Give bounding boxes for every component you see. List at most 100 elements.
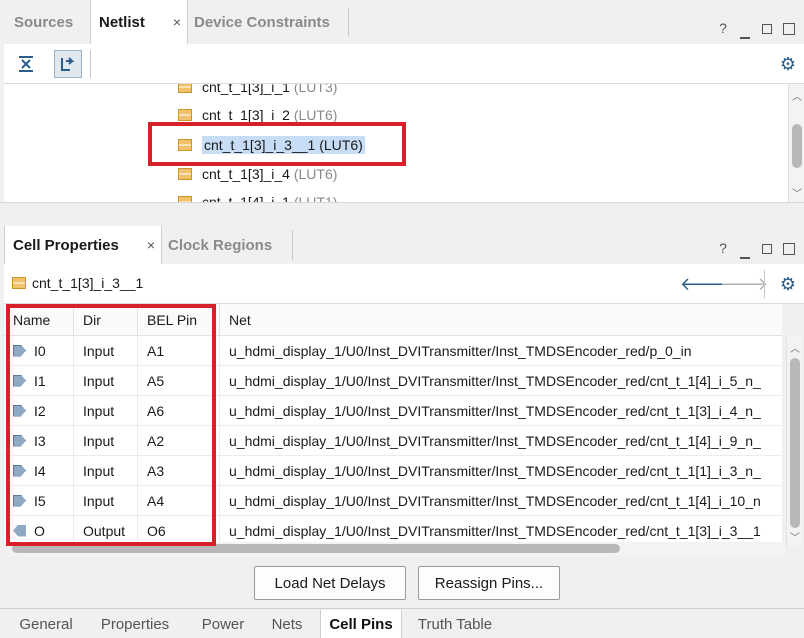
table-row[interactable]: I2	[4, 396, 74, 426]
input-pin-icon	[13, 464, 26, 477]
tab-general[interactable]: General	[10, 610, 82, 638]
maximize-icon[interactable]	[778, 240, 800, 259]
cell-net[interactable]: u_hdmi_display_1/U0/Inst_DVITransmitter/…	[220, 486, 782, 516]
netlist-toolbar: ⚙	[4, 44, 804, 84]
action-bar: Load Net Delays Reassign Pins...	[4, 556, 804, 610]
window-controls: ?	[712, 20, 800, 39]
table-row[interactable]: I5	[4, 486, 74, 516]
minimize-icon[interactable]	[734, 240, 756, 259]
column-header-name[interactable]: Name	[4, 304, 74, 336]
table-row[interactable]: I1	[4, 366, 74, 396]
cell-bel-pin: A5	[138, 366, 220, 396]
cell-bel-pin: A3	[138, 456, 220, 486]
netlist-scrollbar[interactable]: ︿ ﹀	[788, 84, 804, 202]
toolbar-divider	[764, 270, 765, 298]
cell-net[interactable]: u_hdmi_display_1/U0/Inst_DVITransmitter/…	[220, 456, 782, 486]
tab-cell-pins[interactable]: Cell Pins	[320, 610, 402, 638]
tab-clock-regions[interactable]: Clock Regions	[162, 226, 292, 264]
maximize-icon[interactable]	[778, 20, 800, 39]
gear-icon[interactable]: ⚙	[776, 272, 800, 296]
tree-item[interactable]: cnt_t_1[3]_i_4 (LUT6)	[178, 163, 337, 185]
cell-dir: Input	[74, 396, 138, 426]
tab-netlist-label: Netlist	[99, 13, 145, 31]
gear-icon[interactable]: ⚙	[776, 52, 800, 76]
scroll-down-icon[interactable]: ﹀	[791, 185, 803, 200]
cell-bel-pin: A2	[138, 426, 220, 456]
output-pin-icon	[13, 524, 26, 537]
cell-dir: Input	[74, 486, 138, 516]
restore-icon[interactable]	[756, 20, 778, 39]
collapse-all-icon[interactable]	[14, 52, 38, 76]
tab-divider	[292, 230, 293, 260]
column-header-bel-pin[interactable]: BEL Pin	[138, 304, 220, 336]
column-header-dir[interactable]: Dir	[74, 304, 138, 336]
close-icon[interactable]: ×	[173, 14, 181, 30]
bottom-tabs-divider	[0, 608, 804, 609]
auto-scroll-icon[interactable]	[54, 50, 82, 78]
table-row[interactable]: I0	[4, 336, 74, 366]
tab-netlist[interactable]: Netlist ×	[90, 0, 188, 44]
tab-truth-table[interactable]: Truth Table	[410, 610, 500, 638]
cell-dir: Input	[74, 336, 138, 366]
restore-icon[interactable]	[756, 240, 778, 259]
load-net-delays-button[interactable]: Load Net Delays	[254, 566, 406, 600]
table-horizontal-scrollbar[interactable]	[4, 542, 786, 556]
lut-icon	[12, 277, 26, 289]
cell-net[interactable]: u_hdmi_display_1/U0/Inst_DVITransmitter/…	[220, 366, 782, 396]
tab-device-constraints-label: Device Constraints	[194, 13, 330, 31]
cell-net[interactable]: u_hdmi_display_1/U0/Inst_DVITransmitter/…	[220, 396, 782, 426]
tab-divider	[348, 8, 349, 36]
tree-item[interactable]: cnt_t_1[3]_i_2 (LUT6)	[178, 104, 337, 126]
top-tab-bar: Sources Netlist × Device Constraints ?	[0, 0, 804, 44]
tab-properties[interactable]: Properties	[92, 610, 178, 638]
cell-bel-pin: A1	[138, 336, 220, 366]
cell-header: cnt_t_1[3]_i_3__1 🡐 🡒 ⚙	[4, 264, 804, 304]
cell-net[interactable]: u_hdmi_display_1/U0/Inst_DVITransmitter/…	[220, 426, 782, 456]
tree-item-selected[interactable]: cnt_t_1[3]_i_3__1 (LUT6)	[178, 134, 365, 156]
back-arrow-icon[interactable]: 🡐	[680, 272, 728, 296]
tree-item[interactable]: cnt_t_1[4]_i_1 (LUT1)	[178, 191, 337, 202]
column-header-net[interactable]: Net	[220, 304, 782, 336]
scroll-up-icon[interactable]: ︿	[791, 88, 803, 103]
reassign-pins-button[interactable]: Reassign Pins...	[418, 566, 560, 600]
close-icon[interactable]: ×	[147, 237, 155, 253]
window-controls: ?	[712, 240, 800, 259]
tab-sources-label: Sources	[14, 13, 74, 31]
tree-item[interactable]: cnt_t_1[3]_i_1 (LUT3)	[178, 84, 337, 98]
tab-clock-regions-label: Clock Regions	[168, 236, 273, 254]
lut-icon	[178, 84, 192, 93]
input-pin-icon	[13, 374, 26, 387]
help-icon[interactable]: ?	[712, 20, 734, 39]
cell-tab-bar: Cell Properties × Clock Regions ?	[0, 226, 804, 264]
input-pin-icon	[13, 434, 26, 447]
table-vertical-scrollbar[interactable]: ︿ ﹀	[786, 336, 802, 546]
scrollbar-thumb[interactable]	[792, 124, 802, 168]
input-pin-icon	[13, 344, 26, 357]
lut-icon	[178, 168, 192, 180]
scrollbar-thumb[interactable]	[790, 358, 800, 528]
table-row[interactable]: I4	[4, 456, 74, 486]
help-icon[interactable]: ?	[712, 240, 734, 259]
forward-arrow-icon[interactable]: 🡒	[720, 272, 768, 296]
horizontal-scrollbar-thumb[interactable]	[12, 544, 620, 553]
tab-device-constraints[interactable]: Device Constraints	[188, 0, 348, 44]
lut-icon	[178, 109, 192, 121]
lut-icon	[178, 139, 192, 151]
tab-cell-properties-label: Cell Properties	[13, 236, 119, 254]
scroll-down-icon[interactable]: ﹀	[789, 529, 801, 544]
tab-power[interactable]: Power	[190, 610, 256, 638]
tab-cell-properties[interactable]: Cell Properties ×	[4, 226, 162, 264]
cell-net[interactable]: u_hdmi_display_1/U0/Inst_DVITransmitter/…	[220, 336, 782, 366]
table-row[interactable]: I3	[4, 426, 74, 456]
table-body: I0 Input A1 u_hdmi_display_1/U0/Inst_DVI…	[4, 336, 782, 546]
input-pin-icon	[13, 404, 26, 417]
scroll-up-icon[interactable]: ︿	[789, 340, 801, 355]
cell-bel-pin: A6	[138, 396, 220, 426]
panel-splitter[interactable]	[0, 202, 804, 226]
minimize-icon[interactable]	[734, 20, 756, 39]
cell-name: cnt_t_1[3]_i_3__1	[32, 275, 144, 291]
cell-dir: Input	[74, 366, 138, 396]
tab-sources[interactable]: Sources	[0, 0, 90, 44]
toolbar-divider	[90, 50, 91, 78]
tab-nets[interactable]: Nets	[262, 610, 312, 638]
